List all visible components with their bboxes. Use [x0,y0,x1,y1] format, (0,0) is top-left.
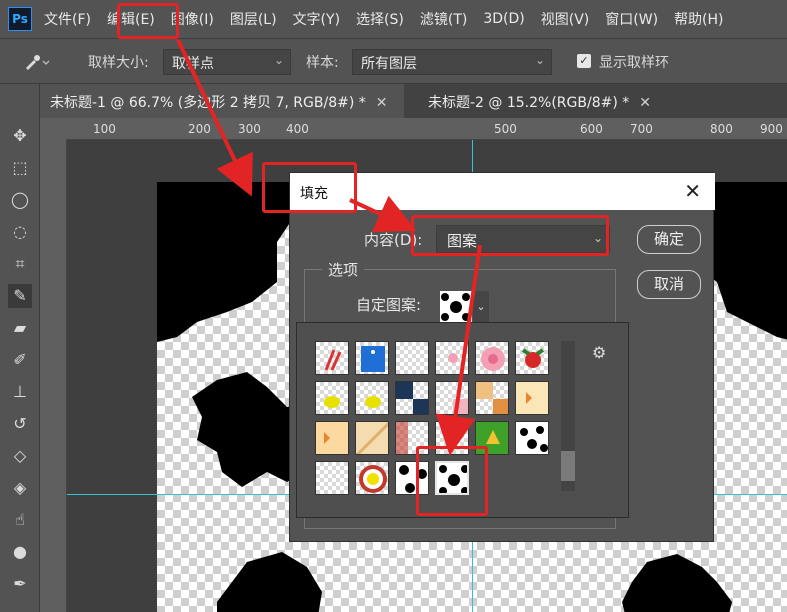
ruler-tick: 500 [494,122,517,136]
dodge-icon[interactable]: ● [8,540,32,564]
ruler-tick: 100 [93,122,116,136]
vertical-ruler [40,140,67,612]
highlight-edit-menu [117,3,179,39]
menu-type[interactable]: 文字(Y) [293,9,340,29]
pattern-swatch-orange-check[interactable] [475,381,509,415]
brush-icon[interactable]: ✐ [8,348,32,372]
ps-logo: Ps [8,7,32,31]
menu-layer[interactable]: 图层(L) [230,9,277,29]
pattern-swatch-candy-cane[interactable] [315,341,349,375]
ruler-tick: 800 [710,122,733,136]
ok-button[interactable]: 确定 [637,225,701,254]
chevron-down-icon: ⌄ [273,53,284,67]
crop-icon[interactable]: ⌗ [8,252,32,276]
tab-title: 未标题-1 @ 66.7% (多边形 2 拷贝 7, RGB/8#) * [50,95,366,111]
eyedropper-tool-icon[interactable]: ✎ [8,284,32,308]
menu-window[interactable]: 窗口(W) [605,9,658,29]
pen-icon[interactable]: ✒ [8,572,32,596]
ruler-tick: 700 [630,122,653,136]
pattern-swatch-lemon[interactable] [315,381,349,415]
custom-pattern-swatch[interactable] [440,291,472,323]
ruler-tick: 900 [760,122,783,136]
eraser-icon[interactable]: ◇ [8,444,32,468]
sample-size-label: 取样大小: [88,55,149,71]
pattern-swatch-stripe[interactable] [355,421,389,455]
healing-brush-icon[interactable]: ▰ [8,316,32,340]
menu-view[interactable]: 视图(V) [541,9,590,29]
sample-select[interactable]: 所有图层 ⌄ [352,49,552,75]
highlight-selected-pattern [416,446,488,516]
tab-title: 未标题-2 @ 15.2%(RGB/8#) * [428,95,630,111]
tab-untitled-1[interactable]: 未标题-1 @ 66.7% (多边形 2 拷贝 7, RGB/8#) * ✕ [40,84,404,118]
gear-icon[interactable]: ⚙ [592,343,606,362]
move-icon[interactable]: ✥ [8,124,32,148]
close-icon[interactable]: ✕ [376,95,388,111]
pattern-swatch-plain[interactable] [395,341,429,375]
pattern-swatch-cow-print[interactable] [515,421,549,455]
pattern-swatch-lemon-2[interactable] [355,381,389,415]
picker-scrollbar[interactable] [561,341,575,491]
options-bar: 取样大小: 取样点 ⌄ 样本: 所有图层 ⌄ ✓ 显示取样环 [0,38,787,84]
quick-select-icon[interactable]: ◌ [8,220,32,244]
pattern-swatch-strawberry[interactable] [515,341,549,375]
ruler-tick: 200 [188,122,211,136]
pattern-swatch-plain-2[interactable] [315,461,349,495]
sample-label: 样本: [306,55,339,71]
show-ring-label: 显示取样环 [599,55,669,71]
scroll-thumb[interactable] [561,451,575,481]
chevron-down-icon: ⌄ [534,53,545,67]
eyedropper-icon[interactable] [22,52,50,72]
menu-filter[interactable]: 滤镜(T) [420,9,467,29]
sample-value: 所有图层 [361,56,417,72]
pattern-swatch-pink-flower[interactable] [475,341,509,375]
menu-help[interactable]: 帮助(H) [674,9,723,29]
document-tab-bar: 未标题-1 @ 66.7% (多边形 2 拷贝 7, RGB/8#) * ✕ 未标… [40,84,787,118]
tools-panel: ✥ ⬚ ◯ ◌ ⌗ ✎ ▰ ✐ ⊥ ↺ ◇ ◈ ☝ ● ✒ [0,84,40,612]
sample-size-value: 取样点 [172,56,214,72]
close-icon[interactable]: ✕ [684,179,701,203]
menu-3d[interactable]: 3D(D) [483,11,524,27]
options-label: 选项 [322,259,365,280]
chevron-down-icon[interactable]: ⌄ [473,291,489,323]
menu-select[interactable]: 选择(S) [356,9,404,29]
stamp-icon[interactable]: ⊥ [8,380,32,404]
horizontal-ruler: 100 200 300 400 500 600 700 800 900 [67,118,787,140]
close-icon[interactable]: ✕ [639,95,651,111]
ruler-tick: 600 [580,122,603,136]
highlight-dialog-title [262,162,357,213]
cancel-button[interactable]: 取消 [637,270,701,299]
ruler-corner [40,118,67,140]
custom-pattern-label: 自定图案: [356,296,422,314]
photoshop-window: Ps 文件(F) 编辑(E) 图像(I) 图层(L) 文字(Y) 选择(S) 滤… [0,0,787,612]
pattern-swatch-pink-check[interactable] [435,381,469,415]
paint-bucket-icon[interactable]: ◈ [8,476,32,500]
history-brush-icon[interactable]: ↺ [8,412,32,436]
menu-file[interactable]: 文件(F) [44,9,91,29]
pattern-swatch-pink-dots[interactable] [435,341,469,375]
lasso-icon[interactable]: ◯ [8,188,32,212]
ruler-tick: 400 [286,122,309,136]
highlight-content-select [411,215,609,256]
tab-untitled-2[interactable]: 未标题-2 @ 15.2%(RGB/8#) * ✕ [418,84,658,118]
sample-size-select[interactable]: 取样点 ⌄ [163,49,291,75]
marquee-icon[interactable]: ⬚ [8,156,32,180]
pattern-swatch-egg[interactable] [355,461,389,495]
pattern-swatch-autumn-leaf[interactable] [515,381,549,415]
pattern-swatch-blue-tag[interactable] [355,341,389,375]
smudge-icon[interactable]: ☝ [8,508,32,532]
show-ring-checkbox[interactable]: ✓ [577,54,591,68]
ruler-tick: 300 [238,122,261,136]
pattern-swatch-maple[interactable] [315,421,349,455]
pattern-swatch-navy-check[interactable] [395,381,429,415]
